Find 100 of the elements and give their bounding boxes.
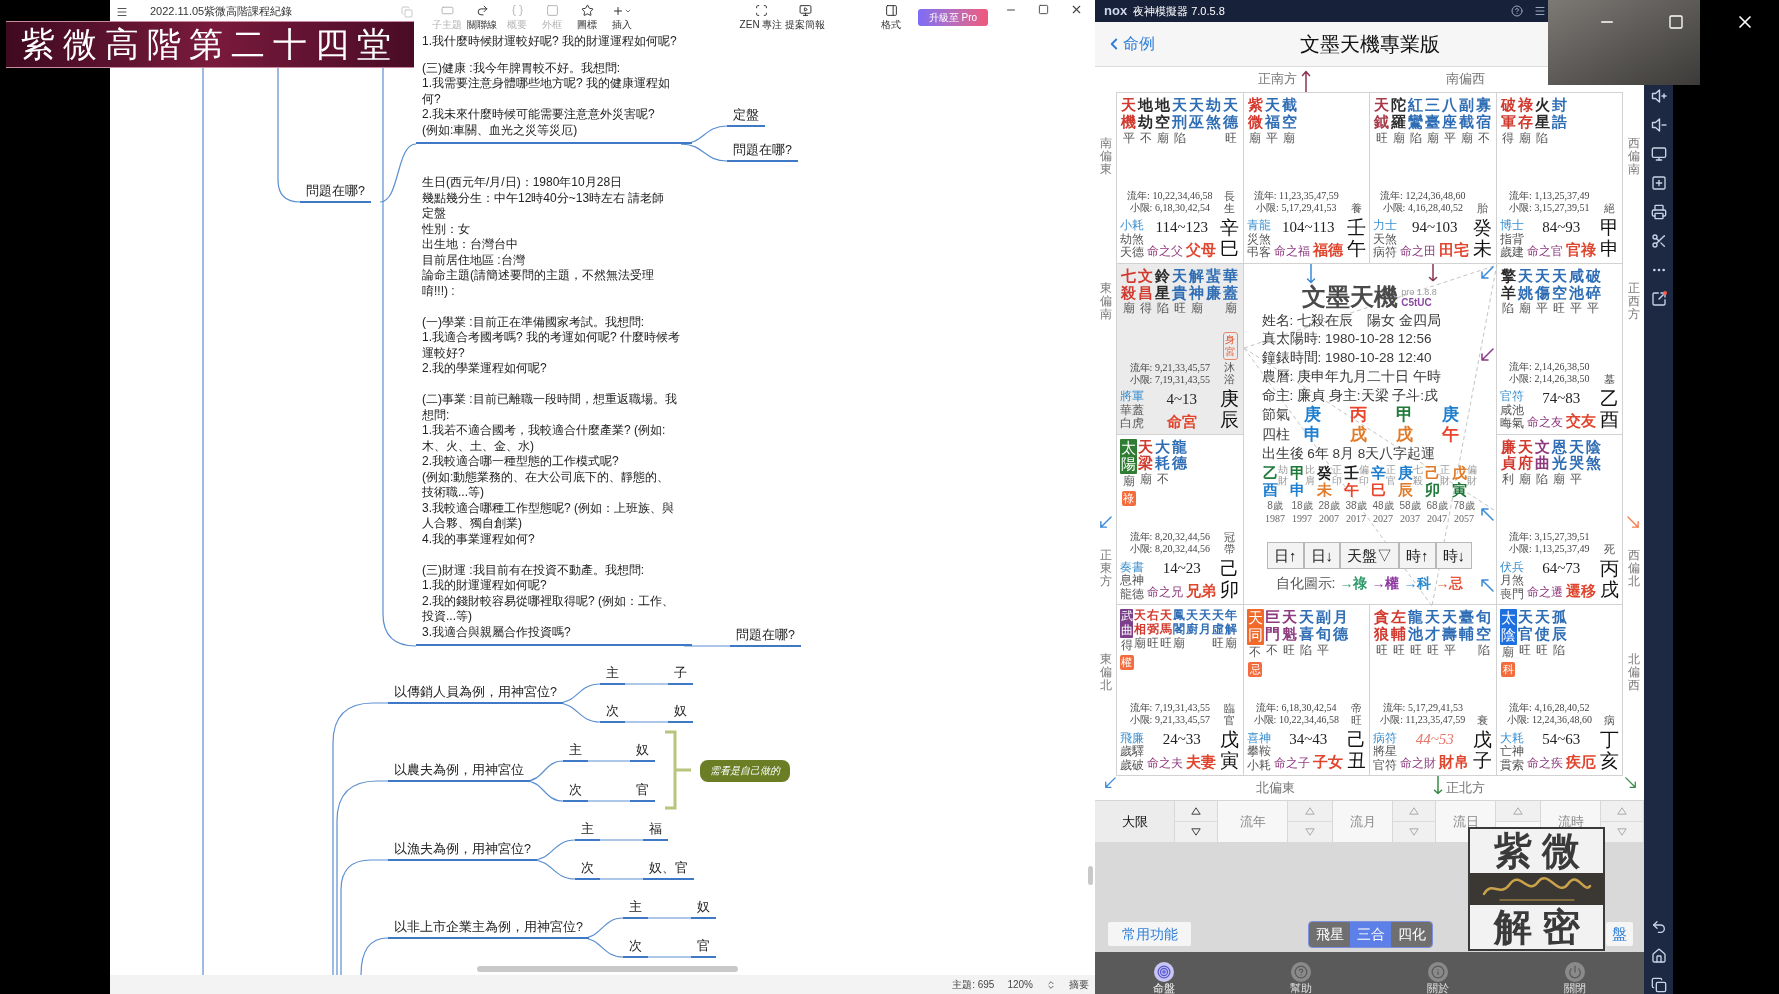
spirit-star-label: 將軍 bbox=[1120, 390, 1144, 404]
star-name: 臺輔 bbox=[1459, 609, 1474, 643]
star-name: 封誥 bbox=[1551, 97, 1567, 131]
yearly-ages-text: 流年: 8,20,32,44,56 bbox=[1129, 531, 1210, 543]
life-stage-label: 死 bbox=[1603, 543, 1615, 556]
brightness-label: 陷 bbox=[1300, 642, 1312, 658]
spirit-star-label: 官符 bbox=[1499, 390, 1524, 404]
brightness-label: 廟 bbox=[1283, 130, 1295, 146]
star-name: 陀羅 bbox=[1391, 97, 1406, 131]
topic-count-text: 主題: 695 bbox=[952, 978, 995, 992]
palace-name: 父母 bbox=[1186, 240, 1217, 259]
decade-range: 114~123 bbox=[1155, 217, 1209, 236]
life-stage-label: 病 bbox=[1603, 714, 1615, 727]
note-text: (例如:動態業務的、在大公司底下的、靜態的、技術職...等) bbox=[422, 469, 671, 501]
build-code-label: C5tUC bbox=[1401, 296, 1432, 309]
star-name-tile: 太陰 bbox=[1499, 609, 1517, 645]
ten-god-label: 劫財 bbox=[1277, 465, 1288, 486]
ten-god-label: 七殺 bbox=[1412, 465, 1423, 486]
heavenly-stem: 丙 bbox=[1350, 405, 1367, 425]
star-name: 破軍 bbox=[1500, 97, 1516, 131]
yearly-ages-text: 流年: 3,15,27,39,51 bbox=[1509, 531, 1590, 543]
decade-range: 34~43 bbox=[1289, 730, 1328, 748]
brightness-label: 廟 bbox=[1553, 472, 1565, 488]
spirit-star-label: 咸池 bbox=[1499, 403, 1524, 417]
brightness-label: 旺 bbox=[1553, 301, 1565, 317]
brightness-label: 不 bbox=[1477, 130, 1490, 146]
spirit-star-label: 將星 bbox=[1373, 745, 1397, 759]
direction-label: 北偏東 bbox=[1256, 781, 1295, 796]
star-name: 天魁 bbox=[1281, 609, 1297, 643]
palace-name: 田宅 bbox=[1439, 240, 1470, 259]
decade-range: 64~73 bbox=[1542, 559, 1581, 578]
brightness-label: 平 bbox=[1570, 301, 1582, 317]
brightness-label: 廟 bbox=[1502, 644, 1514, 660]
spirit-star-label: 小耗 bbox=[1120, 219, 1144, 233]
life-stage-label: 胎 bbox=[1477, 201, 1488, 214]
star-name: 旬空 bbox=[1476, 609, 1491, 643]
decade-age: 78歲 bbox=[1453, 499, 1475, 513]
brightness-label: 旺 bbox=[1519, 642, 1531, 658]
palace-owner-label: 命之父 bbox=[1147, 242, 1184, 260]
stem-branch-label: 乙酉 bbox=[1599, 388, 1619, 431]
direction-label: 南偏西 bbox=[1446, 71, 1485, 89]
spirit-star-label: 晦氣 bbox=[1499, 417, 1524, 431]
spirit-star-label: 災煞 bbox=[1246, 232, 1271, 246]
note-text: 論命主題(請簡述要問的主題，不然無法受理唷!!!) : bbox=[422, 268, 655, 299]
star-name: 七殺 bbox=[1121, 267, 1136, 302]
note-text: 1.我的財運運程如何呢? bbox=[422, 578, 547, 594]
brightness-label: 旺 bbox=[1409, 642, 1422, 658]
star-name: 龍德 bbox=[1172, 438, 1187, 473]
palace-name: 兄弟 bbox=[1186, 582, 1217, 601]
yearly-ages-text: 流年: 10,22,34,46,58 bbox=[1127, 189, 1213, 202]
decade-year: 1987 bbox=[1265, 512, 1285, 526]
star-name: 天空 bbox=[1551, 267, 1567, 302]
decade-age: 38歲 bbox=[1345, 499, 1367, 513]
brightness-label: 平 bbox=[1570, 472, 1582, 488]
spirit-star-label: 力士 bbox=[1373, 219, 1397, 233]
birth-info-text: 真太陽時: 1980-10-28 12:56 bbox=[1261, 330, 1432, 349]
decade-branch: 寅 bbox=[1451, 481, 1467, 499]
direction-label: 東偏北 bbox=[1099, 653, 1112, 693]
star-name: 天貴 bbox=[1172, 267, 1187, 302]
star-name: 天福 bbox=[1264, 97, 1280, 131]
decade-stem: 辛 bbox=[1370, 464, 1386, 482]
star-name: 天巫 bbox=[1189, 97, 1204, 131]
brightness-label: 旺 bbox=[1392, 642, 1405, 658]
stem-branch-label: 己丑 bbox=[1346, 730, 1366, 772]
brightness-label: 陷 bbox=[1477, 642, 1490, 658]
spirit-star-label: 歲驛 bbox=[1120, 745, 1144, 759]
star-name: 右弼 bbox=[1146, 609, 1159, 637]
decade-age: 18歲 bbox=[1291, 499, 1313, 513]
star-name: 紅鸞 bbox=[1408, 97, 1423, 131]
document-title: 2022.11.05紫微高階課程紀錄 bbox=[150, 4, 293, 18]
stem-branch-label: 壬午 bbox=[1346, 217, 1366, 260]
spirit-star-label: 伏兵 bbox=[1499, 560, 1524, 574]
star-name: 鈴星 bbox=[1155, 267, 1170, 302]
star-name: 火星 bbox=[1534, 97, 1550, 131]
star-name: 華蓋 bbox=[1223, 267, 1238, 302]
note-text: 2.我的錢財較容易從哪裡取得呢? (例如：工作、投資...等) bbox=[422, 593, 675, 625]
app-title: 文墨天機專業版 bbox=[1299, 32, 1440, 57]
decade-year: 2047 bbox=[1427, 512, 1447, 526]
brightness-label: 廟 bbox=[1122, 474, 1135, 490]
ten-god-label: 正官 bbox=[1385, 465, 1396, 487]
spirit-star-label: 白虎 bbox=[1120, 417, 1144, 431]
star-name: 截空 bbox=[1281, 97, 1297, 131]
palace-name: 遷移 bbox=[1565, 582, 1596, 601]
star-name: 天使 bbox=[1534, 609, 1550, 643]
palace-owner-label: 命之友 bbox=[1526, 413, 1563, 431]
spirit-star-label: 龍德 bbox=[1120, 587, 1144, 602]
star-name: 天哭 bbox=[1568, 438, 1584, 473]
brightness-label: 旺 bbox=[1211, 636, 1224, 652]
decade-year: 2007 bbox=[1319, 512, 1339, 526]
decade-range: 104~113 bbox=[1281, 217, 1335, 236]
spirit-star-label: 攀鞍 bbox=[1246, 745, 1271, 759]
mutagen-legend-item: →權 bbox=[1371, 574, 1400, 594]
direction-label: 南偏東 bbox=[1099, 137, 1112, 177]
decade-range: 74~83 bbox=[1542, 388, 1581, 407]
brightness-label: 廟 bbox=[1224, 301, 1237, 317]
life-stage-label: 絕 bbox=[1603, 201, 1615, 214]
spirit-star-label: 天德 bbox=[1120, 246, 1144, 260]
earthly-branch: 戌 bbox=[1350, 424, 1367, 445]
brightness-label: 平 bbox=[1122, 130, 1135, 146]
brightness-label: 陷 bbox=[1553, 642, 1565, 658]
